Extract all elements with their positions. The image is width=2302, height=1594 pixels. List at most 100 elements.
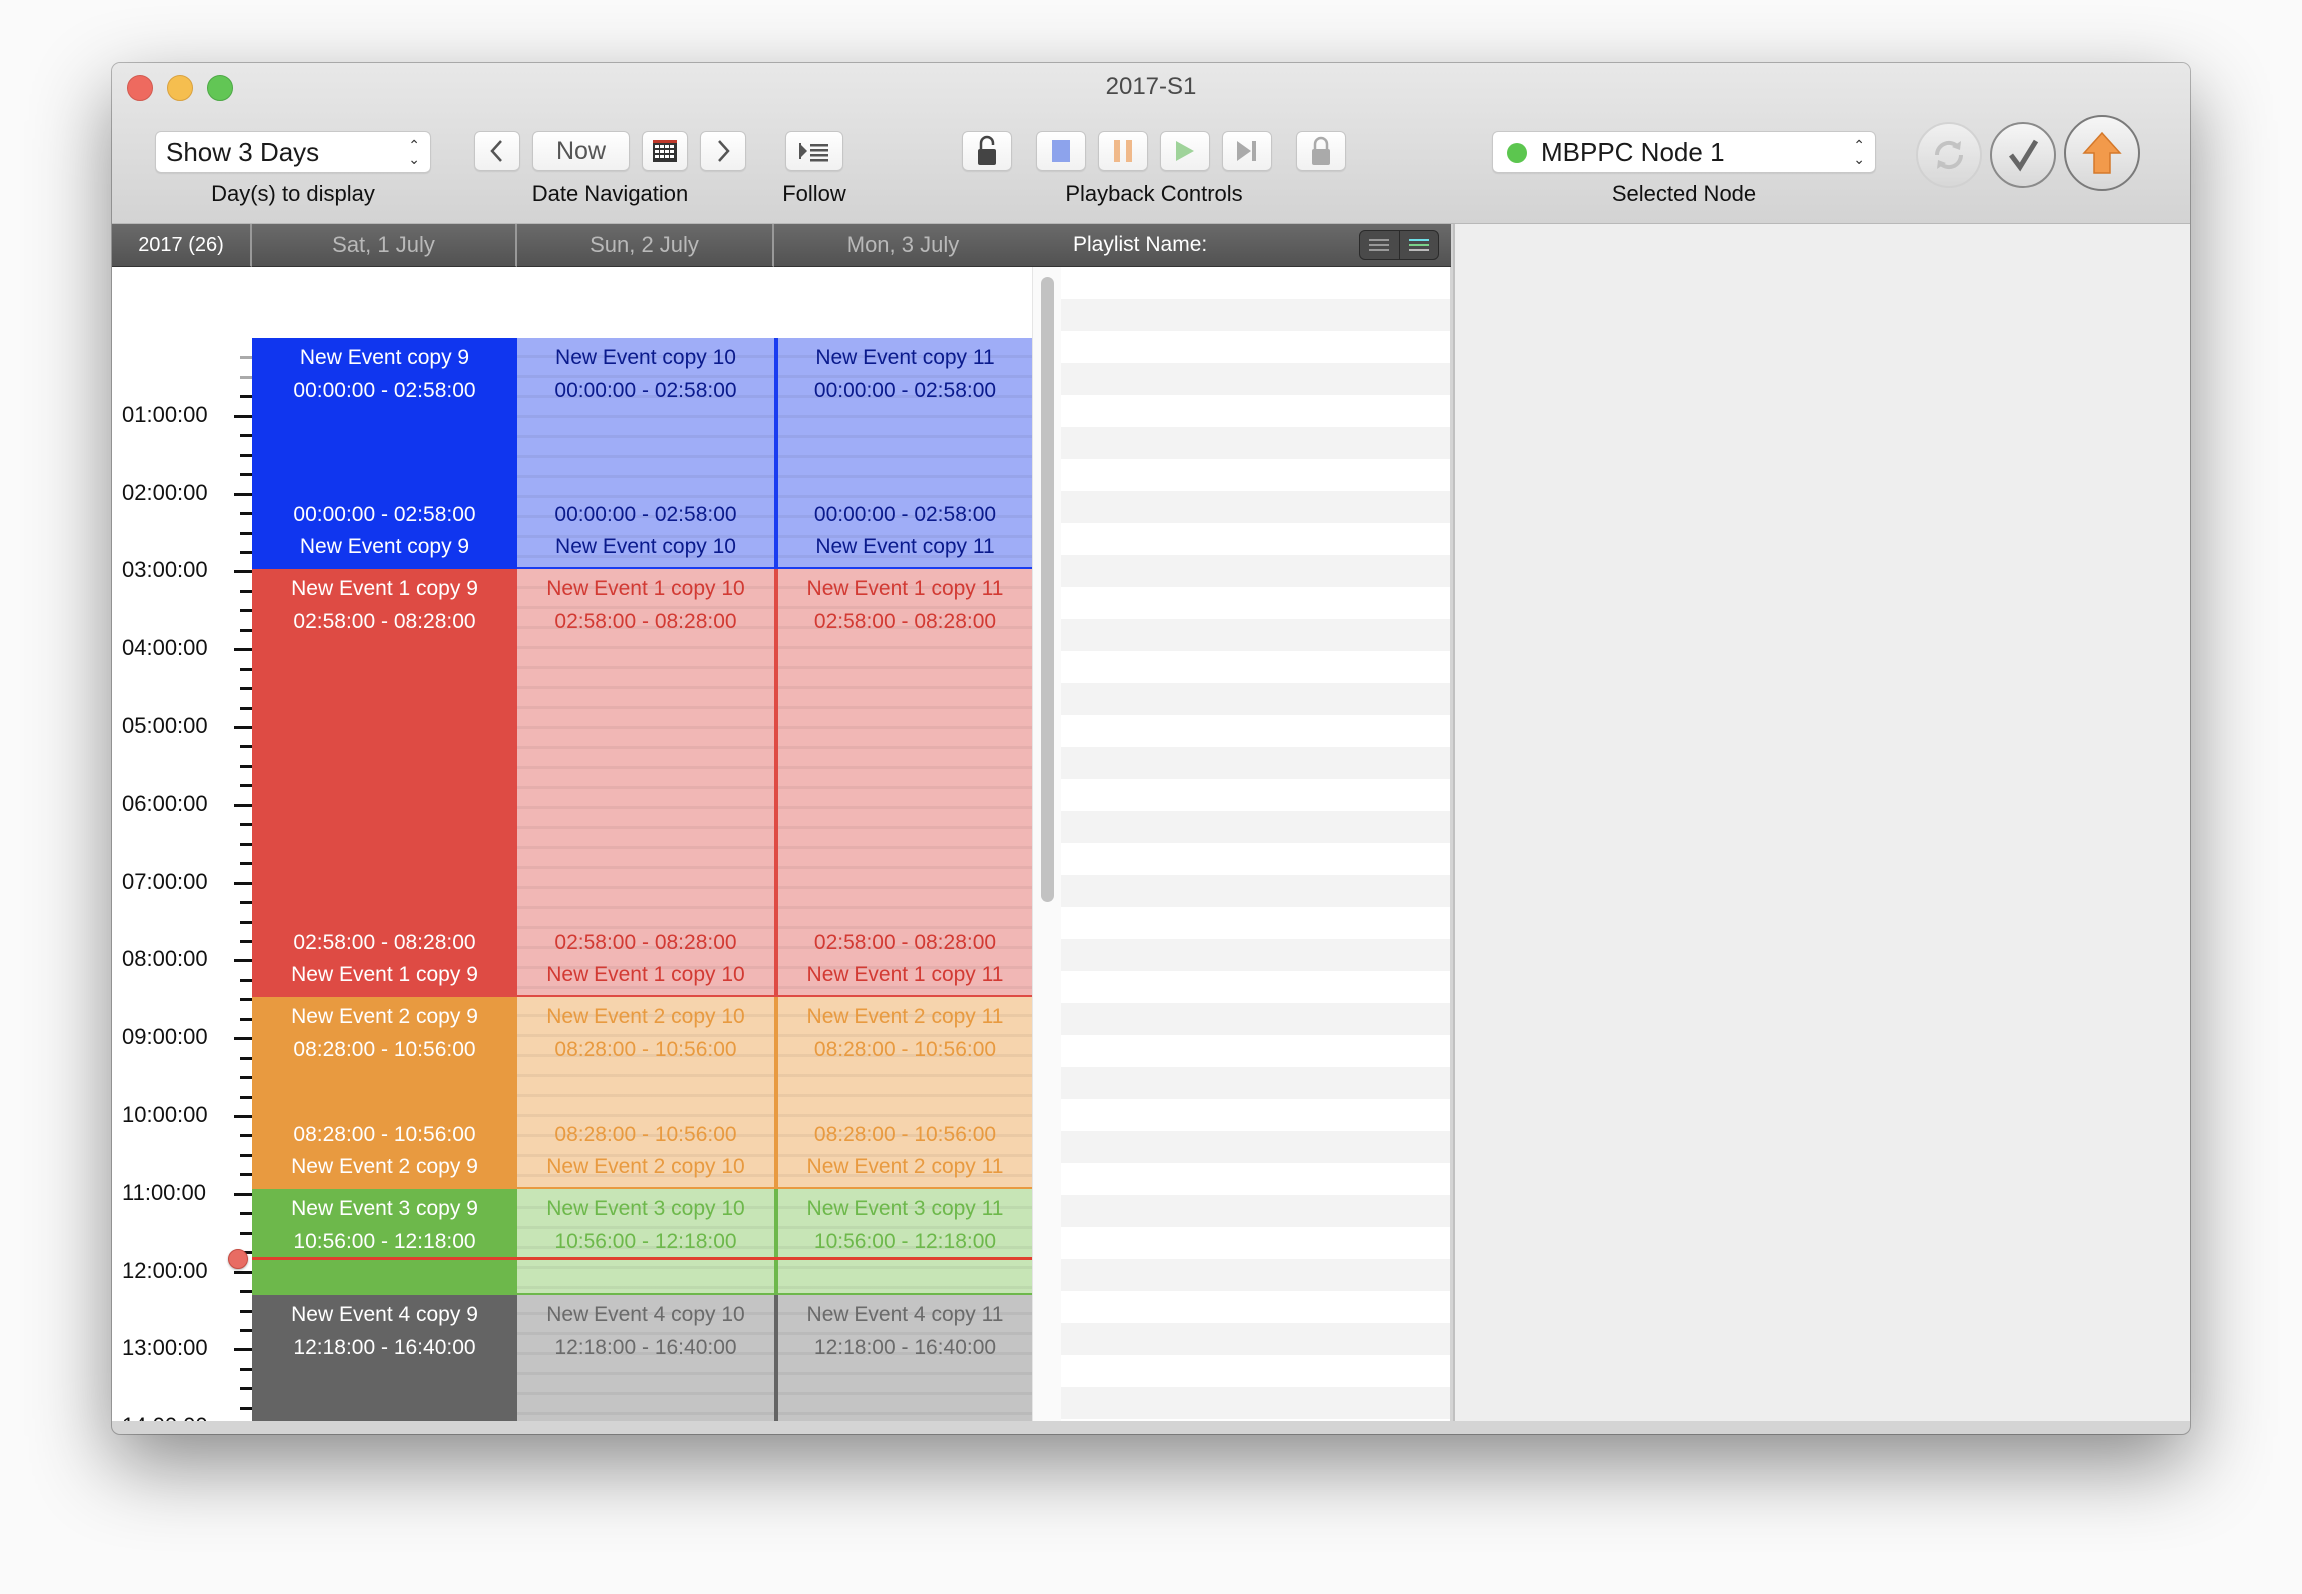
time-tick — [234, 570, 252, 574]
current-time-marker[interactable] — [228, 1249, 248, 1270]
event-time-end: 08:28:00 - 10:56:00 — [554, 1122, 737, 1146]
event-name: New Event 3 copy 10 — [546, 1196, 745, 1220]
playlist-row[interactable] — [1061, 1291, 1450, 1323]
playlist-row[interactable] — [1061, 1195, 1450, 1227]
playlist-row[interactable] — [1061, 971, 1450, 1003]
playlist-row[interactable] — [1061, 491, 1450, 523]
stop-button[interactable] — [1036, 131, 1086, 171]
playlist-row[interactable] — [1061, 1131, 1450, 1163]
playlist-row[interactable] — [1061, 907, 1450, 939]
playlist-row[interactable] — [1061, 1035, 1450, 1067]
playlist-row[interactable] — [1061, 331, 1450, 363]
playlist-row[interactable] — [1061, 875, 1450, 907]
view-toggle — [1359, 230, 1439, 260]
event-block[interactable]: New Event 1 copy 11 02:58:00 - 08:28:00 02… — [774, 568, 1032, 997]
event-block[interactable]: New Event 2 copy 9 08:28:00 - 10:56:00 08:… — [252, 996, 517, 1189]
event-block[interactable]: New Event 3 copy 10 10:56:00 - 12:18:00 — [517, 1188, 774, 1295]
calendar-scrollbar[interactable] — [1032, 267, 1061, 1421]
confirm-button[interactable] — [1990, 122, 2056, 188]
upload-arrow-icon — [2082, 131, 2122, 174]
playlist-row[interactable] — [1061, 427, 1450, 459]
app-window: 2017-S1 Show 3 Days ⌃ ⌄ Day(s) to display… — [112, 63, 2190, 1434]
playlist-row[interactable] — [1061, 1003, 1450, 1035]
days-to-display-select[interactable]: Show 3 Days ⌃ ⌄ — [155, 131, 431, 173]
refresh-button[interactable] — [1916, 122, 1982, 188]
next-date-button[interactable] — [700, 131, 746, 171]
day-header-1[interactable]: Sun, 2 July — [517, 224, 774, 267]
current-time-line — [252, 1257, 1032, 1261]
time-tick — [234, 803, 252, 807]
play-button[interactable] — [1160, 131, 1210, 171]
skip-icon — [1237, 141, 1256, 161]
playlist-row[interactable] — [1061, 1067, 1450, 1099]
previous-date-button[interactable] — [474, 131, 520, 171]
playlist-row[interactable] — [1061, 1259, 1450, 1291]
date-navigation-label: Date Navigation — [531, 181, 689, 206]
event-time: 00:00:00 - 02:58:00 — [813, 379, 997, 402]
playlist-row[interactable] — [1061, 683, 1450, 715]
pause-button[interactable] — [1098, 131, 1148, 171]
playlist-list[interactable] — [1061, 267, 1450, 1421]
event-block[interactable]: New Event 2 copy 11 08:28:00 - 10:56:00 08… — [774, 996, 1032, 1189]
event-time: 00:00:00 - 02:58:00 — [554, 379, 737, 402]
playlist-row[interactable] — [1061, 587, 1450, 619]
playlist-row[interactable] — [1061, 811, 1450, 843]
playlist-row[interactable] — [1061, 523, 1450, 555]
event-block[interactable]: New Event 2 copy 10 08:28:00 - 10:56:00 08… — [517, 996, 774, 1189]
playlist-row[interactable] — [1061, 1163, 1450, 1195]
day-header-2[interactable]: Mon, 3 July — [774, 224, 1032, 267]
playlist-row[interactable] — [1061, 1387, 1450, 1419]
playlist-row[interactable] — [1061, 1227, 1450, 1259]
playlist-row[interactable] — [1061, 715, 1450, 747]
time-tick — [240, 512, 252, 516]
event-time: 10:56:00 - 12:18:00 — [554, 1229, 737, 1253]
event-block[interactable]: New Event 4 copy 10 12:18:00 - 16:40:00 — [517, 1294, 774, 1421]
color-list-view-button[interactable] — [1400, 231, 1439, 259]
day-header-0[interactable]: Sat, 1 July — [252, 224, 517, 267]
follow-button[interactable] — [785, 131, 843, 171]
playlist-row[interactable] — [1061, 299, 1450, 331]
event-time-end: 00:00:00 - 02:58:00 — [554, 502, 737, 526]
skip-button[interactable] — [1222, 131, 1272, 171]
time-tick — [234, 1348, 252, 1352]
event-block[interactable]: New Event 3 copy 11 10:56:00 - 12:18:00 — [774, 1188, 1032, 1295]
event-block[interactable]: New Event copy 11 00:00:00 - 02:58:00 00:0… — [774, 338, 1032, 569]
playlist-row[interactable] — [1061, 747, 1450, 779]
color-list-view-icon — [1408, 239, 1429, 251]
now-button[interactable]: Now — [532, 131, 630, 171]
playlist-row[interactable] — [1061, 939, 1450, 971]
event-name-end: New Event 2 copy 11 — [806, 1154, 1004, 1178]
playlist-row[interactable] — [1061, 843, 1450, 875]
playlist-row[interactable] — [1061, 363, 1450, 395]
event-block[interactable]: New Event 1 copy 9 02:58:00 - 08:28:00 02:… — [252, 568, 517, 997]
playlist-row[interactable] — [1061, 555, 1450, 587]
scrollbar-thumb[interactable] — [1041, 277, 1054, 902]
lock-button[interactable] — [1296, 131, 1346, 171]
playlist-row[interactable] — [1061, 1323, 1450, 1355]
time-tick — [234, 1037, 252, 1041]
playlist-row[interactable] — [1061, 1099, 1450, 1131]
event-block[interactable]: New Event copy 9 00:00:00 - 02:58:00 00:00… — [252, 338, 517, 569]
selected-node-select[interactable]: MBPPC Node 1 ⌃ ⌄ — [1492, 131, 1876, 173]
playlist-row[interactable] — [1061, 651, 1450, 683]
unlock-button[interactable] — [962, 131, 1012, 171]
playlist-row[interactable] — [1061, 1355, 1450, 1387]
list-view-button[interactable] — [1360, 231, 1400, 259]
time-tick — [234, 1270, 252, 1274]
event-block[interactable]: New Event 1 copy 10 02:58:00 - 08:28:00 02… — [517, 568, 774, 997]
event-block[interactable]: New Event 3 copy 9 10:56:00 - 12:18:00 — [252, 1188, 517, 1295]
event-block[interactable]: New Event 4 copy 11 12:18:00 - 16:40:00 — [774, 1294, 1032, 1421]
playlist-row[interactable] — [1061, 267, 1450, 299]
upload-button[interactable] — [2064, 115, 2140, 191]
calendar-button[interactable] — [642, 131, 688, 171]
playlist-row[interactable] — [1061, 779, 1450, 811]
event-name-end: New Event copy 10 — [555, 534, 736, 558]
hour-label: 12:00:00 — [122, 1257, 208, 1283]
list-view-icon — [1369, 239, 1390, 251]
event-block[interactable]: New Event 4 copy 9 12:18:00 - 16:40:00 — [252, 1294, 517, 1421]
playlist-row[interactable] — [1061, 395, 1450, 427]
calendar-grid[interactable]: 01:00:00 02:00:00 03:00:00 04:00:00 05:00:00… — [112, 267, 1032, 1421]
playlist-row[interactable] — [1061, 619, 1450, 651]
event-block[interactable]: New Event copy 10 00:00:00 - 02:58:00 00:0… — [517, 338, 774, 569]
playlist-row[interactable] — [1061, 459, 1450, 491]
